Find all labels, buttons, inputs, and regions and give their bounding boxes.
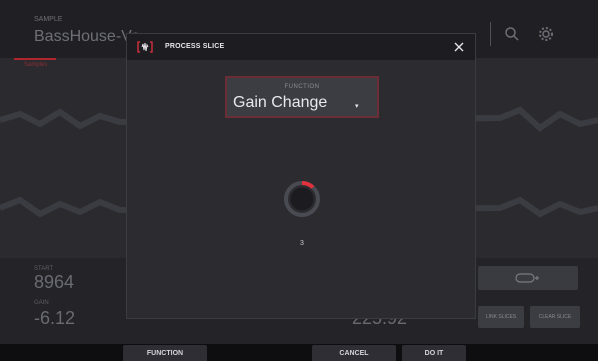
zoom-icon[interactable] <box>504 26 520 42</box>
sample-name[interactable]: BassHouse-Vo <box>34 28 140 46</box>
link-toggle[interactable] <box>478 266 578 290</box>
clear-slice-button[interactable]: CLEAR SLICE <box>530 306 580 328</box>
dialog-header: PROCESS SLICE <box>127 34 475 60</box>
function-caption: FUNCTION <box>284 84 320 90</box>
knob-value: 3 <box>300 240 304 247</box>
waveform-bracket-icon <box>137 41 153 53</box>
function-button[interactable]: FUNCTION <box>123 345 207 361</box>
param-gain-value[interactable]: -6.12 <box>34 308 75 329</box>
samples-tab-label: Samples <box>24 62 48 68</box>
gain-knob[interactable] <box>280 177 324 221</box>
param-gain-caption: GAIN <box>34 300 49 306</box>
close-icon[interactable] <box>452 40 466 54</box>
sample-caption: SAMPLE <box>34 16 63 23</box>
function-value: Gain Change <box>233 94 328 111</box>
param-start-value[interactable]: 8964 <box>34 272 74 293</box>
bottom-button-bar <box>0 344 598 361</box>
function-select[interactable]: FUNCTION Gain Change ▾ <box>225 76 379 118</box>
header-divider <box>490 22 491 46</box>
dropdown-arrow-icon: ▾ <box>355 103 359 110</box>
gear-icon[interactable] <box>538 26 554 42</box>
do-it-button[interactable]: DO IT <box>402 345 466 361</box>
process-slice-dialog: PROCESS SLICE FUNCTION Gain Change ▾ 3 <box>126 33 476 319</box>
link-icon <box>515 273 539 283</box>
cancel-button[interactable]: CANCEL <box>312 345 396 361</box>
dialog-title: PROCESS SLICE <box>165 43 225 50</box>
link-slices-button[interactable]: LINK SLICES <box>478 306 524 328</box>
